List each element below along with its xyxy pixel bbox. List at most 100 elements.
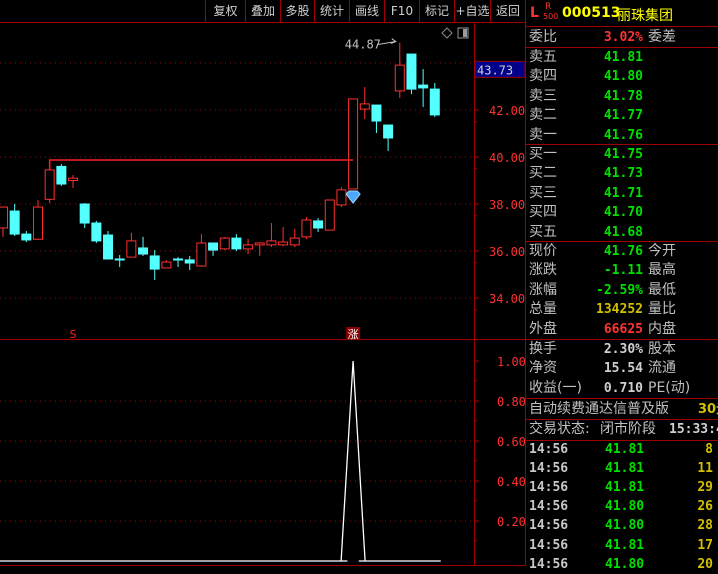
candle[interactable]: [91, 220, 102, 244]
toolbar-button-1[interactable]: 叠加: [245, 0, 280, 22]
tick-volume: 11: [697, 461, 713, 477]
promo-banner[interactable]: 自动续费通达信普及版 30元: [529, 400, 718, 419]
candle[interactable]: [429, 82, 440, 118]
candle[interactable]: [336, 187, 347, 208]
candle[interactable]: [0, 206, 8, 237]
candle[interactable]: [196, 234, 207, 267]
current-price-label: 43.73: [477, 63, 513, 77]
tick-volume: 29: [697, 480, 713, 496]
tick-volume: 17: [697, 537, 713, 553]
toolbar-button-8[interactable]: 返回: [490, 0, 525, 22]
candle[interactable]: [56, 164, 67, 186]
toolbar-button-5[interactable]: F10: [384, 0, 419, 22]
quote-label: 涨跌: [529, 262, 557, 279]
candle[interactable]: [114, 254, 125, 267]
candle-body: [336, 189, 347, 206]
quote-label: 外盘: [529, 320, 557, 337]
candle[interactable]: [149, 250, 160, 280]
candle-body: [161, 261, 172, 269]
candle[interactable]: [161, 259, 172, 269]
candle[interactable]: [243, 239, 254, 255]
fund-label: 净资: [529, 360, 557, 377]
fundamental-row: 换手 2.30% 股本: [529, 340, 718, 359]
candle[interactable]: [231, 234, 242, 251]
tick-row: 14:56 41.81 17: [529, 536, 715, 555]
candle[interactable]: [79, 203, 90, 228]
candle[interactable]: [418, 69, 429, 107]
divider: [526, 144, 718, 145]
quote-label-right: 量比: [648, 301, 676, 318]
candle[interactable]: [9, 204, 20, 236]
fund-label-right: PE(动): [648, 379, 691, 396]
level-price: 41.71: [603, 185, 643, 201]
bid-row[interactable]: 买四 41.70: [529, 203, 718, 222]
candle-body: [406, 53, 417, 90]
candle[interactable]: [138, 236, 149, 256]
tick-price: 41.81: [605, 442, 645, 457]
label: 委比: [529, 29, 557, 45]
candle[interactable]: [289, 228, 300, 248]
candle[interactable]: [21, 231, 32, 243]
tick-row: 14:56 41.80 28: [529, 516, 715, 535]
badge-top: R: [545, 2, 552, 12]
candle[interactable]: [126, 232, 137, 258]
ask-row[interactable]: 卖五 41.81: [529, 48, 718, 67]
support-line[interactable]: [48, 159, 354, 170]
candle[interactable]: [219, 236, 230, 251]
candle-body: [44, 169, 55, 200]
candle[interactable]: [383, 124, 394, 151]
toolbar-button-0[interactable]: 复权: [205, 0, 245, 22]
tick-time: 14:56: [529, 442, 569, 457]
toolbar-button-7[interactable]: +自选: [454, 0, 490, 22]
candle[interactable]: [359, 86, 370, 119]
toolbar-divider: [0, 22, 525, 23]
tick-price: 41.81: [605, 461, 645, 477]
bid-row[interactable]: 买三 41.71: [529, 184, 718, 203]
candle[interactable]: [68, 175, 79, 189]
price-tick-label: 40.00: [489, 151, 525, 165]
candle[interactable]: [184, 255, 195, 271]
tick-volume: 8: [705, 442, 713, 457]
stock-code: 000513: [562, 5, 621, 21]
toolbar-button-4[interactable]: 画线: [349, 0, 384, 22]
ask-row[interactable]: 卖四 41.80: [529, 67, 718, 86]
candle[interactable]: [394, 42, 405, 99]
candle[interactable]: [313, 218, 324, 232]
ask-row[interactable]: 卖一 41.76: [529, 126, 718, 145]
ask-row[interactable]: 卖三 41.78: [529, 87, 718, 106]
level-label: 买一: [529, 146, 557, 162]
toolbar-button-3[interactable]: 统计: [314, 0, 349, 22]
toolbar-button-6[interactable]: 标记: [419, 0, 454, 22]
quote-value: 41.76: [603, 244, 643, 259]
bid-row[interactable]: 买一 41.75: [529, 145, 718, 164]
candle[interactable]: [266, 223, 277, 248]
candle[interactable]: [301, 216, 312, 240]
candle[interactable]: [173, 257, 184, 267]
tick-row: 14:56 41.81 11: [529, 459, 715, 478]
tick-row: 14:56 41.80 26: [529, 497, 715, 516]
signal-marker: 涨: [348, 328, 359, 341]
candle[interactable]: [348, 98, 359, 190]
candle[interactable]: [254, 242, 265, 256]
level-price: 41.78: [603, 88, 643, 104]
candle[interactable]: [33, 200, 44, 240]
candle[interactable]: [278, 227, 289, 247]
bid-row[interactable]: 买五 41.68: [529, 223, 718, 242]
candle-body: [266, 240, 277, 246]
tick-time: 14:56: [529, 518, 569, 534]
toolbar-button-2[interactable]: 多股: [280, 0, 314, 22]
tick-price: 41.80: [605, 499, 645, 515]
kline-chart[interactable]: 42.00 40.00 38.00 36.00 34.00 43.73 44.87 S 涨 1…: [0, 0, 525, 566]
candle[interactable]: [371, 104, 382, 134]
tick-row: 14:56 41.81 29: [529, 478, 715, 497]
diamond-outline-icon[interactable]: [441, 27, 453, 39]
candle[interactable]: [324, 199, 335, 231]
quote-label-right: 最低: [648, 281, 676, 298]
candle[interactable]: [103, 231, 114, 260]
candle-body: [313, 220, 324, 229]
candle[interactable]: [406, 53, 417, 95]
candle[interactable]: [208, 242, 219, 256]
bid-row[interactable]: 买二 41.73: [529, 164, 718, 183]
tick-volume: 20: [697, 556, 713, 572]
ask-row[interactable]: 卖二 41.77: [529, 106, 718, 125]
